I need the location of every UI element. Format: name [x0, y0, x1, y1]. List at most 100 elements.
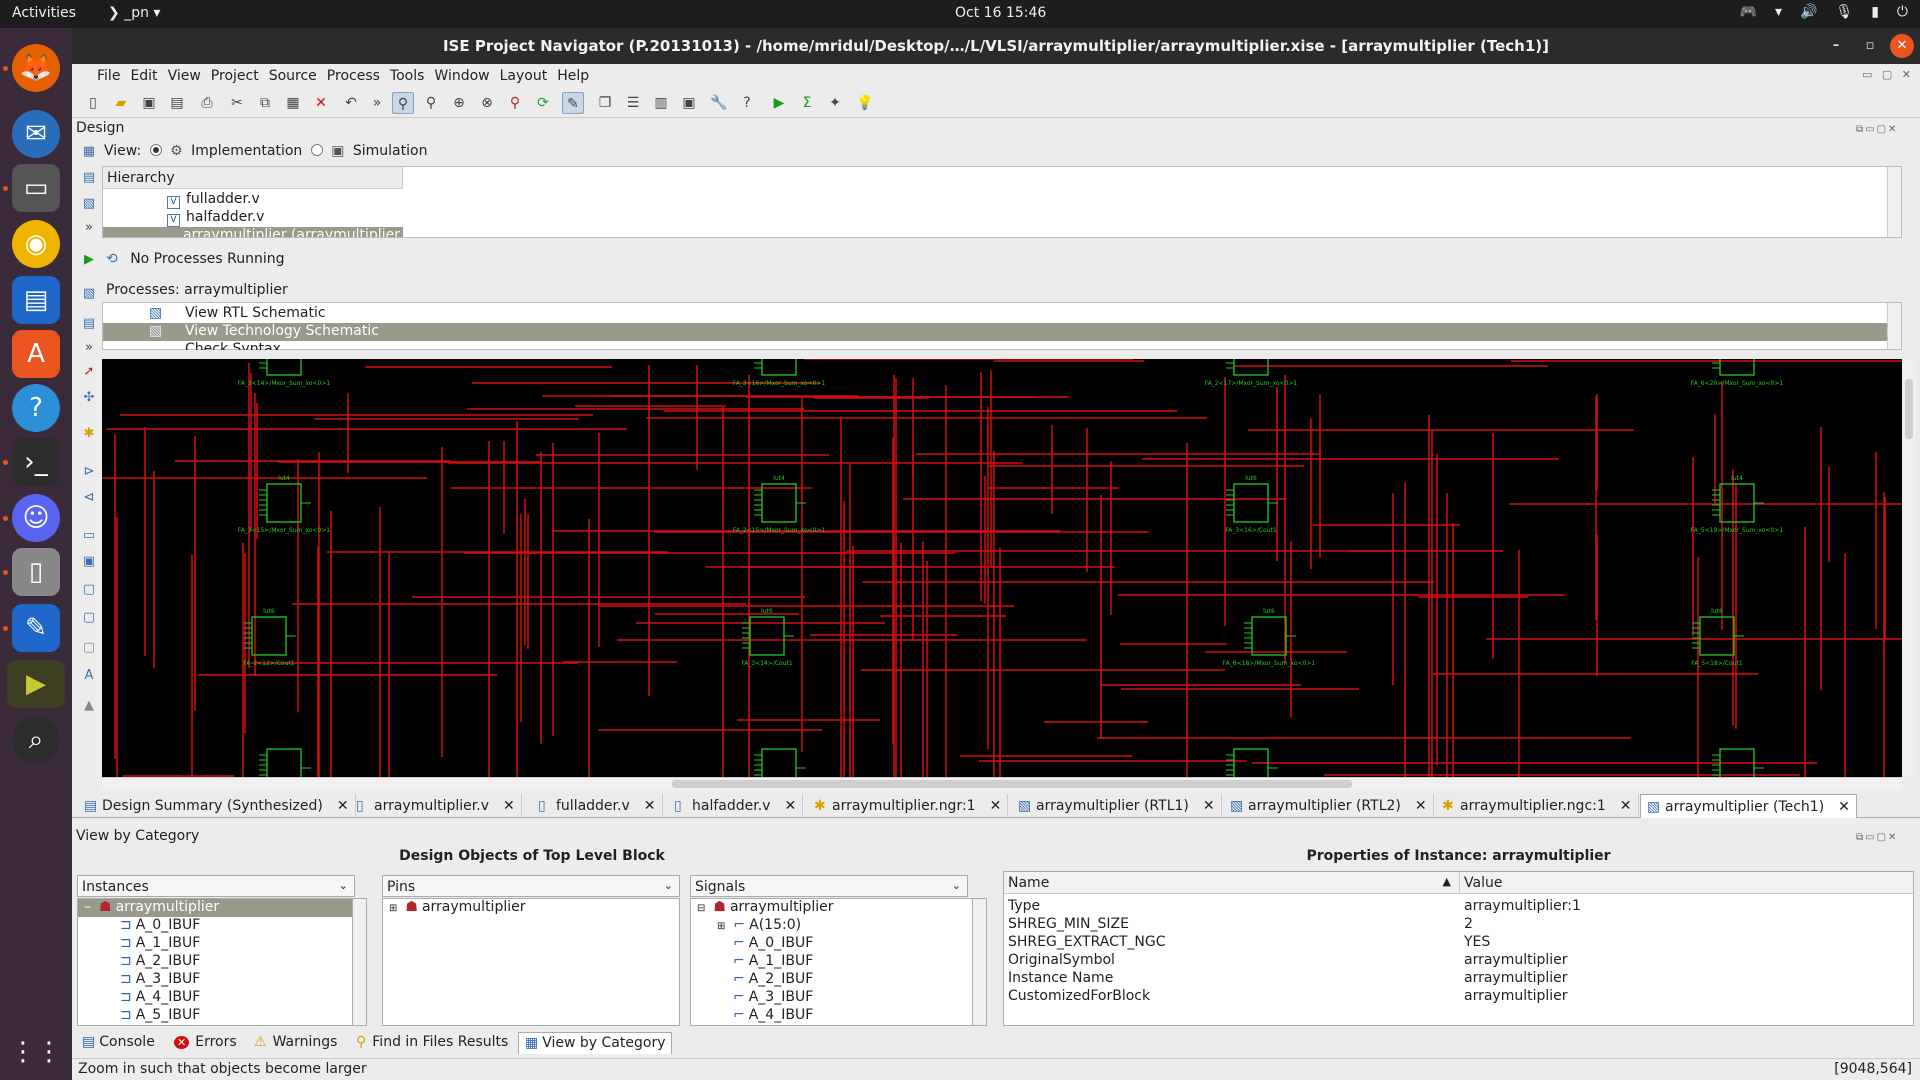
lut-block[interactable] — [761, 483, 797, 523]
more-icon[interactable]: » — [366, 92, 388, 114]
run-process-icon[interactable]: ▶ — [81, 252, 97, 268]
list-item[interactable]: ⌐ A_1_IBUF — [691, 953, 986, 971]
property-row[interactable]: OriginalSymbol arraymultiplier — [1004, 952, 1913, 970]
list-item[interactable]: ⊐ A_5_IBUF — [78, 1007, 366, 1025]
microphone-icon[interactable]: 🎙 — [1835, 4, 1853, 20]
lock-icon[interactable]: ▲ — [81, 698, 97, 714]
scrollbar-thumb[interactable] — [672, 780, 1352, 788]
process-props-icon[interactable]: ▧ — [81, 286, 97, 302]
delete-icon[interactable]: ✕ — [310, 92, 332, 114]
backward-icon[interactable]: ⊲ — [81, 490, 97, 506]
menu-layout[interactable]: Layout — [495, 64, 553, 88]
menu-project[interactable]: Project — [206, 64, 264, 88]
tile-horizontal-icon[interactable]: ☰ — [622, 92, 644, 114]
tab-rtl1[interactable]: ▧ arraymultiplier (RTL1) ✕ — [1012, 794, 1222, 818]
list-item[interactable]: ⊞ ☗ arraymultiplier — [383, 899, 679, 917]
hierarchy-scrollbar[interactable] — [1887, 167, 1901, 237]
zoom-fit-icon[interactable]: ⊕ — [448, 92, 470, 114]
rhythmbox-icon[interactable]: ◉ — [12, 220, 60, 268]
tree-item-arraymultiplier[interactable]: arraymultiplier (arraymultiplier.v) — [103, 227, 403, 237]
tab-rtl2[interactable]: ▧ arraymultiplier (RTL2) ✕ — [1224, 794, 1434, 818]
zoom-area-icon[interactable]: ⊗ — [476, 92, 498, 114]
lut-block[interactable] — [1251, 616, 1287, 656]
menu-process[interactable]: Process — [322, 64, 385, 88]
tab-close-icon[interactable]: ✕ — [784, 798, 796, 814]
volume-icon[interactable]: 🔊 — [1800, 4, 1817, 20]
run-icon[interactable]: ▶ — [768, 92, 790, 114]
lut-block[interactable] — [1233, 359, 1269, 376]
firefox-icon[interactable]: 🦊 — [12, 44, 60, 92]
list-item[interactable]: ⊞ ⌐ A(15:0) — [691, 917, 986, 935]
process-view-rtl-schematic[interactable]: ▧ View RTL Schematic — [103, 305, 1893, 323]
lut-block[interactable] — [761, 748, 797, 777]
list-item[interactable]: ⌐ A_3_IBUF — [691, 989, 986, 1007]
pin-icon[interactable]: ▢ — [81, 610, 97, 626]
list-item[interactable]: ⌐ A_0_IBUF — [691, 935, 986, 953]
lut-block[interactable] — [266, 359, 302, 376]
list-item[interactable]: ⌐ A_4_IBUF — [691, 1007, 986, 1025]
technology-schematic-canvas[interactable]: lut4FA_3<14>/Mxor_Sum_xo<0>1lut4FA_3<16>… — [102, 359, 1902, 777]
lut-block[interactable] — [1233, 483, 1269, 523]
open-folder-icon[interactable]: ▰ — [110, 92, 132, 114]
lut-block[interactable] — [761, 359, 797, 376]
software-center-icon[interactable]: A — [12, 330, 60, 378]
design-panel-controls[interactable]: ⧉▭▢✕ — [1856, 124, 1898, 135]
print-icon[interactable]: ⎙ — [196, 92, 218, 114]
properties-icon[interactable]: 🔧 — [708, 92, 730, 114]
add-source-icon[interactable]: ▦ — [81, 144, 97, 160]
list-item[interactable]: ⊐ A_3_IBUF — [78, 971, 366, 989]
thunderbird-icon[interactable]: ✉ — [12, 110, 60, 158]
instances-scrollbar[interactable] — [352, 899, 366, 1025]
implementation-label[interactable]: Implementation — [191, 143, 302, 159]
discord-tray-icon[interactable]: 🎮 — [1740, 4, 1757, 20]
refresh-icon[interactable]: ⟳ — [532, 92, 554, 114]
tab-fulladder-v[interactable]: ▯ fulladder.v ✕ — [532, 794, 663, 818]
bottom-panel-controls[interactable]: ⧉▭▢✕ — [1856, 832, 1898, 843]
property-row[interactable]: Instance Name arraymultiplier — [1004, 970, 1913, 988]
save-all-icon[interactable]: ▤ — [166, 92, 188, 114]
help-icon[interactable]: ? — [12, 384, 60, 432]
symbol-icon[interactable]: ▢ — [81, 582, 97, 598]
tab-design-summary[interactable]: ▤ Design Summary (Synthesized) ✕ — [78, 794, 356, 818]
tab-close-icon[interactable]: ✕ — [1620, 798, 1632, 814]
tab-close-icon[interactable]: ✕ — [503, 798, 515, 814]
tab-arraymultiplier-v[interactable]: ▯ arraymultiplier.v ✕ — [350, 794, 522, 818]
paste-icon[interactable]: ▦ — [282, 92, 304, 114]
name-column-header[interactable]: Name ▲ — [1004, 872, 1460, 894]
menu-source[interactable]: Source — [264, 64, 322, 88]
tile-vertical-icon[interactable]: ▥ — [650, 92, 672, 114]
list-item[interactable]: ⊐ A_0_IBUF — [78, 917, 366, 935]
tab-console[interactable]: ▤ Console — [76, 1032, 161, 1054]
power-icon[interactable]: ⏻ — [1897, 4, 1908, 20]
simulation-label[interactable]: Simulation — [353, 143, 428, 159]
tab-close-icon[interactable]: ✕ — [644, 798, 656, 814]
list-item[interactable]: ⊐ A_2_IBUF — [78, 953, 366, 971]
minimize-icon[interactable]: – — [1824, 34, 1848, 58]
property-row[interactable]: SHREG_MIN_SIZE 2 — [1004, 916, 1913, 934]
schematic-horizontal-scrollbar[interactable] — [102, 777, 1902, 790]
tools-icon[interactable]: ✦ — [824, 92, 846, 114]
schematic-tool-icon[interactable]: ✱ — [81, 426, 97, 442]
list-item[interactable]: ⊟ ☗ arraymultiplier — [691, 899, 986, 917]
implementation-radio[interactable] — [149, 144, 162, 156]
cut-icon[interactable]: ✂ — [226, 92, 248, 114]
forward-icon[interactable]: ⊳ — [81, 464, 97, 480]
lut-block[interactable] — [251, 616, 287, 656]
instances-combo[interactable]: Instances ⌄ — [77, 875, 355, 897]
search-icon[interactable]: ⌕ — [12, 716, 60, 764]
processes-scrollbar[interactable] — [1887, 303, 1901, 349]
lut-block[interactable] — [1699, 616, 1735, 656]
process-check-syntax[interactable]: Check Syntax — [103, 341, 1893, 350]
property-row[interactable]: SHREG_EXTRACT_NGC YES — [1004, 934, 1913, 952]
system-tray[interactable]: 🎮 ▾ 🔊 🎙 ▮ ⏻ — [1740, 4, 1908, 20]
tab-close-icon[interactable]: ✕ — [1838, 799, 1850, 815]
lightbulb-icon[interactable]: 💡 — [854, 92, 876, 114]
schematic-vertical-scrollbar[interactable] — [1902, 359, 1916, 777]
lut-block[interactable] — [266, 748, 302, 777]
undo-icon[interactable]: ↶ — [340, 92, 362, 114]
menu-tools[interactable]: Tools — [385, 64, 430, 88]
tab-close-icon[interactable]: ✕ — [337, 798, 349, 814]
lut-block[interactable] — [1719, 483, 1755, 523]
zoom-selected-icon[interactable]: ⚲ — [504, 92, 526, 114]
tab-find-in-files[interactable]: ⚲ Find in Files Results — [350, 1032, 514, 1054]
